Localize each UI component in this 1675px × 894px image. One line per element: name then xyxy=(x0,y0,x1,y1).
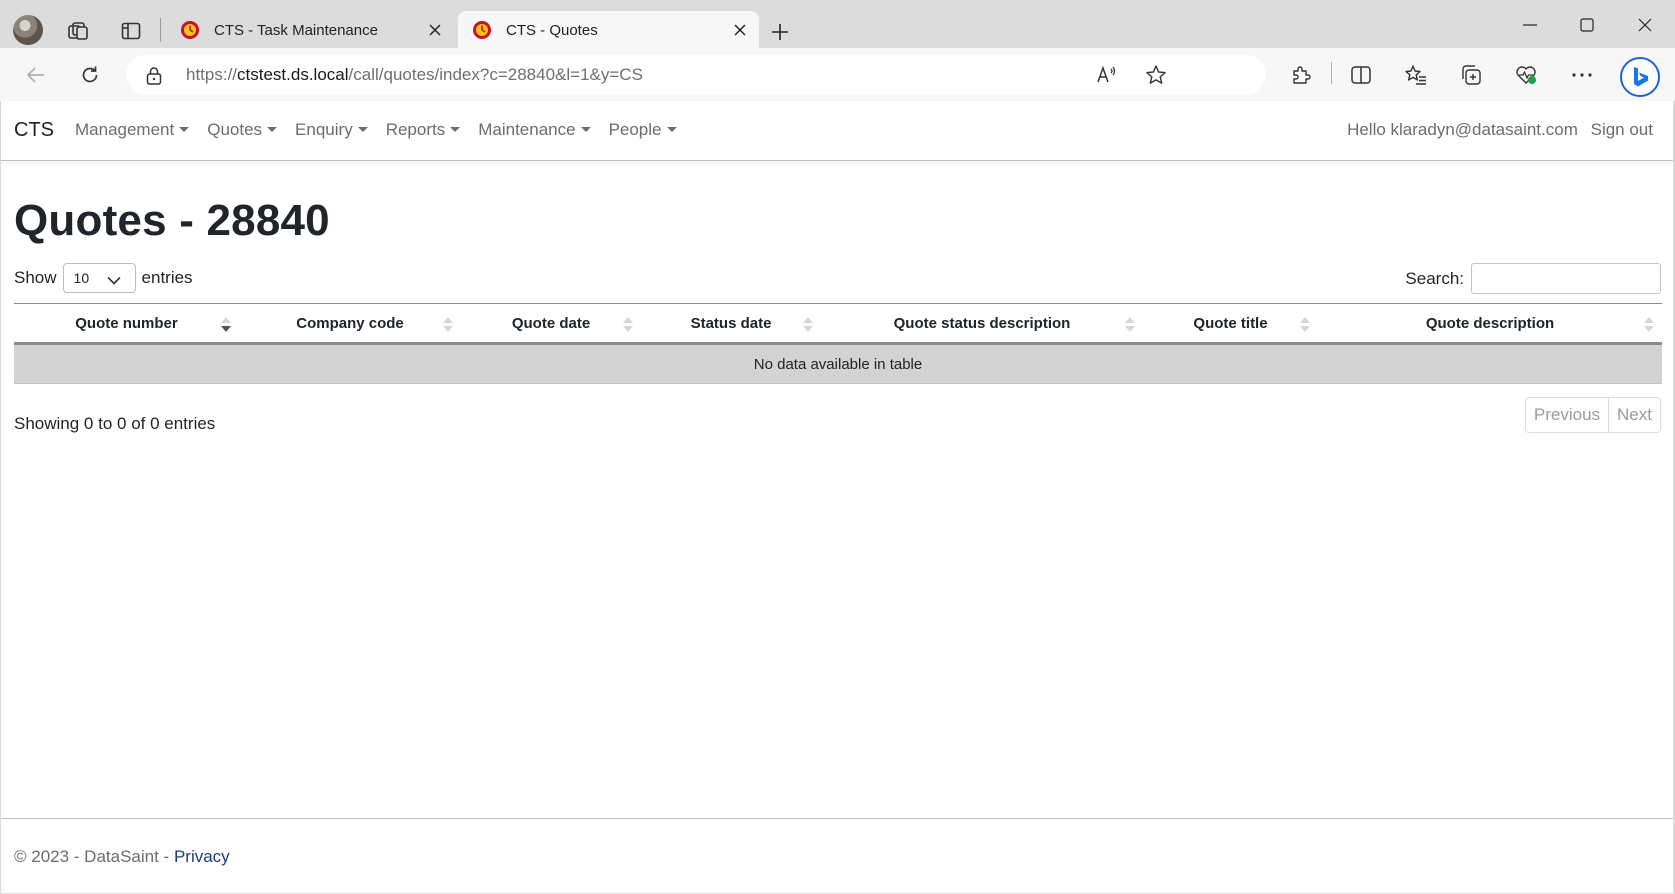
toolbar-separator xyxy=(1331,62,1332,84)
sort-icon xyxy=(1125,317,1135,333)
privacy-link[interactable]: Privacy xyxy=(174,847,230,866)
site-footer: © 2023 - DataSaint - Privacy xyxy=(1,818,1673,893)
table-search: Search: xyxy=(1405,263,1661,294)
column-company-code[interactable]: Company code xyxy=(239,303,461,345)
column-label: Quote title xyxy=(1193,314,1268,332)
profile-avatar[interactable] xyxy=(13,15,43,45)
column-quote-status-description[interactable]: Quote status description xyxy=(821,303,1143,345)
user-greeting-link[interactable]: Hello klaradyn@datasaint.com xyxy=(1347,120,1578,139)
previous-button[interactable]: Previous xyxy=(1525,398,1609,432)
column-label: Quote number xyxy=(75,314,178,332)
column-quote-date[interactable]: Quote date xyxy=(461,303,641,345)
tab-quotes[interactable]: CTS - Quotes xyxy=(458,11,759,49)
sort-icon xyxy=(1300,317,1310,333)
entries-select-value: 10 xyxy=(73,270,90,286)
column-quote-number[interactable]: Quote number xyxy=(14,303,239,345)
read-aloud-icon[interactable] xyxy=(1095,63,1119,87)
brand-link[interactable]: CTS xyxy=(14,119,54,142)
favorites-icon[interactable] xyxy=(1402,61,1430,89)
browser-essentials-icon[interactable] xyxy=(1512,61,1540,89)
url-scheme: https:// xyxy=(186,65,238,84)
copyright-text: © 2023 - DataSaint - xyxy=(14,847,174,866)
page-viewport: CTS Management Quotes Enquiry Reports Ma… xyxy=(1,101,1673,893)
back-icon[interactable] xyxy=(22,61,50,89)
more-icon[interactable] xyxy=(1568,61,1596,89)
browser-tabstrip: CTS - Task Maintenance CTS - Quotes xyxy=(0,0,1675,49)
footer-text: © 2023 - DataSaint - Privacy xyxy=(14,847,230,867)
column-label: Quote description xyxy=(1425,314,1555,332)
nav-quotes[interactable]: Quotes xyxy=(207,120,277,140)
browser-toolbar: https://ctstest.ds.local/call/quotes/ind… xyxy=(0,48,1675,101)
nav-people[interactable]: People xyxy=(609,120,677,140)
nav-management[interactable]: Management xyxy=(75,120,189,140)
column-quote-title[interactable]: Quote title xyxy=(1143,303,1318,345)
column-status-date[interactable]: Status date xyxy=(641,303,821,345)
new-tab-icon[interactable] xyxy=(766,18,794,46)
refresh-icon[interactable] xyxy=(76,61,104,89)
sort-icon xyxy=(443,317,453,333)
page-title: Quotes - 28840 xyxy=(14,196,330,245)
column-label: Status date xyxy=(690,314,772,332)
maximize-icon[interactable] xyxy=(1562,8,1612,42)
tab-task-maintenance[interactable]: CTS - Task Maintenance xyxy=(166,11,454,49)
table-header-row: Quote number Company code Quote date Sta… xyxy=(14,303,1662,345)
main-menu: Management Quotes Enquiry Reports Mainte… xyxy=(75,120,695,140)
url-text[interactable]: https://ctstest.ds.local/call/quotes/ind… xyxy=(186,65,643,85)
close-window-icon[interactable] xyxy=(1620,8,1670,42)
split-screen-icon[interactable] xyxy=(1347,61,1375,89)
site-navbar: CTS Management Quotes Enquiry Reports Ma… xyxy=(1,101,1673,161)
quotes-table: Quote number Company code Quote date Sta… xyxy=(14,303,1662,384)
nav-enquiry[interactable]: Enquiry xyxy=(295,120,368,140)
search-label: Search: xyxy=(1405,268,1464,288)
url-path: /call/quotes/index?c=28840&l=1&y=CS xyxy=(348,65,643,84)
tab-separator xyxy=(160,18,161,42)
sort-icon xyxy=(623,317,633,333)
tab-title: CTS - Task Maintenance xyxy=(214,21,378,39)
column-label: Quote date xyxy=(511,314,591,332)
cts-favicon-icon xyxy=(180,20,200,40)
sort-icon xyxy=(1644,317,1654,333)
nav-maintenance[interactable]: Maintenance xyxy=(478,120,590,140)
column-label: Company code xyxy=(296,314,404,332)
favorite-star-icon[interactable] xyxy=(1144,63,1168,87)
tab-title: CTS - Quotes xyxy=(506,21,598,39)
sign-out-link[interactable]: Sign out xyxy=(1591,120,1653,139)
empty-table-message: No data available in table xyxy=(14,343,1662,384)
entries-select[interactable]: 10 xyxy=(62,263,136,293)
workspaces-icon[interactable] xyxy=(64,18,92,44)
show-label: Show xyxy=(14,268,57,287)
url-host: ctstest.ds.local xyxy=(237,65,349,84)
close-tab-icon[interactable] xyxy=(420,15,450,45)
collections-icon[interactable] xyxy=(1457,61,1485,89)
entries-label: entries xyxy=(141,268,193,287)
table-row: No data available in table xyxy=(14,343,1662,384)
tab-actions-icon[interactable] xyxy=(117,18,145,44)
nav-reports[interactable]: Reports xyxy=(386,120,461,140)
close-tab-icon[interactable] xyxy=(725,15,755,45)
user-area: Hello klaradyn@datasaint.com Sign out xyxy=(1339,120,1653,140)
pagination: Previous Next xyxy=(1524,397,1661,433)
bing-copilot-icon[interactable] xyxy=(1620,57,1660,97)
extensions-icon[interactable] xyxy=(1287,61,1315,89)
next-button[interactable]: Next xyxy=(1608,398,1660,432)
minimize-icon[interactable] xyxy=(1505,8,1555,42)
table-info: Showing 0 to 0 of 0 entries xyxy=(14,414,216,433)
chevron-down-icon xyxy=(106,272,121,288)
column-quote-description[interactable]: Quote description xyxy=(1318,303,1662,345)
column-label: Quote status description xyxy=(893,314,1071,332)
address-bar[interactable]: https://ctstest.ds.local/call/quotes/ind… xyxy=(126,55,1266,95)
sort-desc-icon xyxy=(221,317,231,333)
entries-length-control: Show 10 entries xyxy=(14,263,193,293)
search-input[interactable] xyxy=(1471,263,1661,294)
sort-icon xyxy=(803,317,813,333)
cts-favicon-icon xyxy=(472,20,492,40)
lock-icon[interactable] xyxy=(146,66,162,90)
